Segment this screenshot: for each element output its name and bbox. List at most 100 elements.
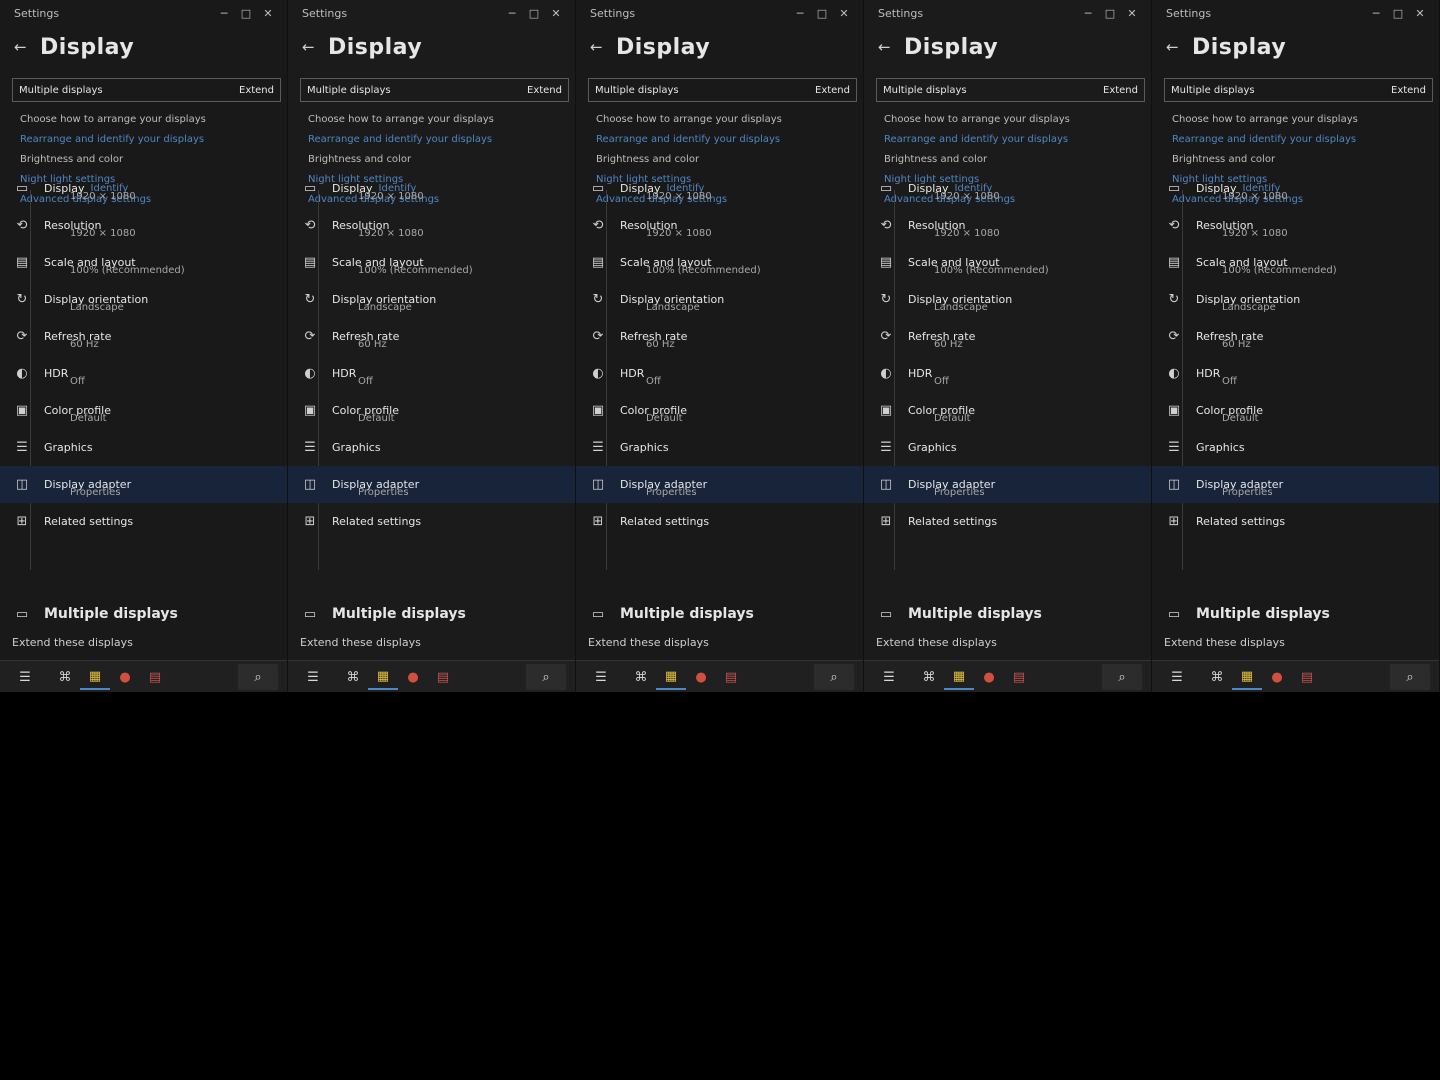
settings-row[interactable]: ⊞ Related settings [288, 503, 575, 540]
settings-row[interactable]: ▭ Display Identify 1920 × 1080 [864, 170, 1151, 207]
back-arrow-icon[interactable]: ← [1166, 38, 1192, 56]
settings-row[interactable]: ▣ Color profile Default [288, 392, 575, 429]
rearrange-link[interactable]: Rearrange and identify your displays [1172, 130, 1439, 150]
settings-row[interactable]: ☰ Graphics [576, 429, 863, 466]
settings-row[interactable]: ▤ Scale and layout 100% (Recommended) [864, 244, 1151, 281]
taskbar-app-icon[interactable]: ▤ [140, 664, 170, 690]
multiple-displays-dropdown[interactable]: Multiple displays Extend [12, 78, 281, 102]
settings-row[interactable]: ☰ Graphics [288, 429, 575, 466]
settings-row[interactable]: ⊞ Related settings [864, 503, 1151, 540]
back-arrow-icon[interactable]: ← [14, 38, 40, 56]
multiple-displays-dropdown[interactable]: Multiple displays Extend [876, 78, 1145, 102]
minimize-button[interactable]: ─ [1365, 7, 1387, 20]
settings-row[interactable]: ▣ Color profile Default [864, 392, 1151, 429]
settings-row[interactable]: ◫ Display adapter Properties [0, 466, 287, 503]
rearrange-link[interactable]: Rearrange and identify your displays [308, 130, 575, 150]
settings-row[interactable]: ⟳ Refresh rate 60 Hz [1152, 318, 1439, 355]
search-icon[interactable]: ⌕ [238, 664, 278, 690]
minimize-button[interactable]: ─ [789, 7, 811, 20]
search-icon[interactable]: ⌕ [814, 664, 854, 690]
settings-row[interactable]: ☰ Graphics [1152, 429, 1439, 466]
taskbar-app-icon[interactable]: ● [1262, 664, 1292, 690]
taskbar-app-icon[interactable]: ▦ [368, 664, 398, 690]
settings-row[interactable]: ⊞ Related settings [0, 503, 287, 540]
settings-row[interactable]: ⟲ Resolution 1920 × 1080 [1152, 207, 1439, 244]
taskbar-app-icon[interactable]: ▤ [428, 664, 458, 690]
settings-row[interactable]: ⟲ Resolution 1920 × 1080 [576, 207, 863, 244]
close-button[interactable]: ✕ [257, 7, 279, 20]
rearrange-link[interactable]: Rearrange and identify your displays [884, 130, 1151, 150]
multiple-displays-dropdown[interactable]: Multiple displays Extend [1164, 78, 1433, 102]
taskbar-app-icon[interactable]: ⌘ [626, 664, 656, 690]
settings-row[interactable]: ◫ Display adapter Properties [1152, 466, 1439, 503]
back-arrow-icon[interactable]: ← [590, 38, 616, 56]
start-menu-icon[interactable]: ☰ [288, 664, 338, 690]
settings-row[interactable]: ⟳ Refresh rate 60 Hz [576, 318, 863, 355]
close-button[interactable]: ✕ [833, 7, 855, 20]
search-icon[interactable]: ⌕ [1102, 664, 1142, 690]
minimize-button[interactable]: ─ [501, 7, 523, 20]
search-icon[interactable]: ⌕ [1390, 664, 1430, 690]
start-menu-icon[interactable]: ☰ [1152, 664, 1202, 690]
settings-row[interactable]: ↻ Display orientation Landscape [576, 281, 863, 318]
settings-row[interactable]: ▭ Display Identify 1920 × 1080 [576, 170, 863, 207]
close-button[interactable]: ✕ [1409, 7, 1431, 20]
settings-row[interactable]: ▤ Scale and layout 100% (Recommended) [288, 244, 575, 281]
settings-row[interactable]: ⟲ Resolution 1920 × 1080 [0, 207, 287, 244]
rearrange-link[interactable]: Rearrange and identify your displays [20, 130, 287, 150]
taskbar-app-icon[interactable]: ⌘ [338, 664, 368, 690]
settings-row[interactable]: ◐ HDR Off [864, 355, 1151, 392]
settings-row[interactable]: ⟳ Refresh rate 60 Hz [288, 318, 575, 355]
settings-row[interactable]: ↻ Display orientation Landscape [288, 281, 575, 318]
settings-row[interactable]: ▣ Color profile Default [1152, 392, 1439, 429]
taskbar-app-icon[interactable]: ▤ [1004, 664, 1034, 690]
maximize-button[interactable]: □ [523, 7, 545, 20]
taskbar-app-icon[interactable]: ● [686, 664, 716, 690]
taskbar-app-icon[interactable]: ▤ [716, 664, 746, 690]
settings-row[interactable]: ◐ HDR Off [1152, 355, 1439, 392]
close-button[interactable]: ✕ [1121, 7, 1143, 20]
taskbar-app-icon[interactable]: ● [110, 664, 140, 690]
settings-row[interactable]: ◫ Display adapter Properties [576, 466, 863, 503]
taskbar-app-icon[interactable]: ▦ [80, 664, 110, 690]
settings-row[interactable]: ▣ Color profile Default [576, 392, 863, 429]
settings-row[interactable]: ▤ Scale and layout 100% (Recommended) [1152, 244, 1439, 281]
settings-row[interactable]: ◐ HDR Off [288, 355, 575, 392]
taskbar-app-icon[interactable]: ● [974, 664, 1004, 690]
taskbar-app-icon[interactable]: ▦ [1232, 664, 1262, 690]
settings-row[interactable]: ▭ Display Identify 1920 × 1080 [0, 170, 287, 207]
minimize-button[interactable]: ─ [1077, 7, 1099, 20]
search-icon[interactable]: ⌕ [526, 664, 566, 690]
settings-row[interactable]: ▭ Display Identify 1920 × 1080 [1152, 170, 1439, 207]
settings-row[interactable]: ⟲ Resolution 1920 × 1080 [864, 207, 1151, 244]
taskbar-app-icon[interactable]: ⌘ [1202, 664, 1232, 690]
settings-row[interactable]: ⊞ Related settings [576, 503, 863, 540]
settings-row[interactable]: ◐ HDR Off [0, 355, 287, 392]
settings-row[interactable]: ⟲ Resolution 1920 × 1080 [288, 207, 575, 244]
back-arrow-icon[interactable]: ← [878, 38, 904, 56]
maximize-button[interactable]: □ [235, 7, 257, 20]
start-menu-icon[interactable]: ☰ [864, 664, 914, 690]
settings-row[interactable]: ☰ Graphics [0, 429, 287, 466]
settings-row[interactable]: ⟳ Refresh rate 60 Hz [864, 318, 1151, 355]
minimize-button[interactable]: ─ [213, 7, 235, 20]
maximize-button[interactable]: □ [1387, 7, 1409, 20]
taskbar-app-icon[interactable]: ▤ [1292, 664, 1322, 690]
maximize-button[interactable]: □ [811, 7, 833, 20]
settings-row[interactable]: ⟳ Refresh rate 60 Hz [0, 318, 287, 355]
settings-row[interactable]: ◫ Display adapter Properties [864, 466, 1151, 503]
taskbar-app-icon[interactable]: ▦ [944, 664, 974, 690]
multiple-displays-dropdown[interactable]: Multiple displays Extend [300, 78, 569, 102]
settings-row[interactable]: ↻ Display orientation Landscape [0, 281, 287, 318]
settings-row[interactable]: ▭ Display Identify 1920 × 1080 [288, 170, 575, 207]
settings-row[interactable]: ↻ Display orientation Landscape [864, 281, 1151, 318]
taskbar-app-icon[interactable]: ● [398, 664, 428, 690]
settings-row[interactable]: ◫ Display adapter Properties [288, 466, 575, 503]
settings-row[interactable]: ⊞ Related settings [1152, 503, 1439, 540]
settings-row[interactable]: ▤ Scale and layout 100% (Recommended) [0, 244, 287, 281]
rearrange-link[interactable]: Rearrange and identify your displays [596, 130, 863, 150]
start-menu-icon[interactable]: ☰ [576, 664, 626, 690]
settings-row[interactable]: ↻ Display orientation Landscape [1152, 281, 1439, 318]
close-button[interactable]: ✕ [545, 7, 567, 20]
taskbar-app-icon[interactable]: ▦ [656, 664, 686, 690]
